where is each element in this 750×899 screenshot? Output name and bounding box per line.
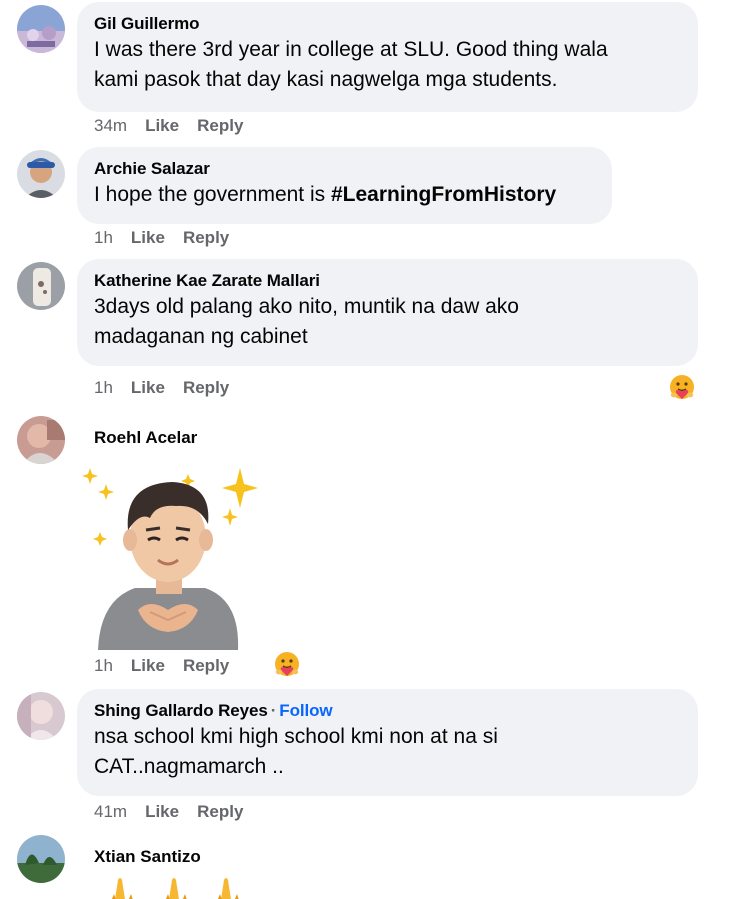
like-button[interactable]: Like — [145, 116, 179, 136]
care-reaction-icon[interactable] — [272, 650, 302, 680]
comment-actions: 41m Like Reply — [94, 802, 243, 822]
follow-button[interactable]: Follow — [279, 701, 332, 720]
reply-button[interactable]: Reply — [183, 228, 229, 248]
comment-text-line: 3days old palang ako nito, muntik na daw… — [94, 295, 519, 318]
comment-text-line: kami pasok that day kasi nagwelga mga st… — [94, 68, 558, 91]
folded-hands-emoji — [104, 876, 254, 899]
care-reaction-face — [275, 652, 299, 676]
avatar[interactable] — [17, 416, 65, 464]
comment-timestamp[interactable]: 34m — [94, 116, 127, 136]
avatar-sticker — [80, 460, 260, 650]
comment-timestamp[interactable]: 1h — [94, 228, 113, 248]
avatar-image — [17, 692, 65, 740]
hashtag-link[interactable]: #LearningFromHistory — [331, 183, 556, 206]
comment-bubble: Shing Gallardo Reyes · Follow nsa school k… — [77, 689, 698, 796]
like-button[interactable]: Like — [145, 802, 179, 822]
comment-bubble: Archie Salazar I hope the government is … — [77, 147, 612, 224]
reply-button[interactable]: Reply — [183, 378, 229, 398]
comment-actions: 34m Like Reply — [94, 116, 243, 136]
separator-dot: · — [270, 701, 277, 720]
avatar[interactable] — [17, 692, 65, 740]
comment-author[interactable]: Xtian Santizo — [94, 846, 201, 868]
comment-actions: 1h Like Reply — [94, 656, 229, 676]
comment-author-row: Shing Gallardo Reyes · Follow — [94, 700, 680, 722]
comment-text-line: nsa school kmi high school kmi non at na… — [94, 725, 498, 748]
avatar[interactable] — [17, 150, 65, 198]
avatar-image — [17, 835, 65, 883]
avatar[interactable] — [17, 5, 65, 53]
avatar-image — [17, 262, 65, 310]
like-button[interactable]: Like — [131, 228, 165, 248]
comment-actions: 1h Like Reply — [94, 378, 229, 398]
comment-text-line: I hope the government is #LearningFromHi… — [94, 180, 594, 210]
comment-text-line: I was there 3rd year in college at SLU. … — [94, 38, 608, 61]
avatar[interactable] — [17, 262, 65, 310]
avatar[interactable] — [17, 835, 65, 883]
avatar-image — [17, 416, 65, 464]
avatar-image — [17, 150, 65, 198]
comment-author[interactable]: Archie Salazar — [94, 158, 594, 180]
comment-author[interactable]: Katherine Kae Zarate Mallari — [94, 270, 680, 292]
reply-button[interactable]: Reply — [197, 802, 243, 822]
reply-button[interactable]: Reply — [197, 116, 243, 136]
comment-author[interactable]: Gil Guillermo — [94, 13, 680, 35]
comment-timestamp[interactable]: 1h — [94, 656, 113, 676]
comment-text: I hope the government is — [94, 183, 331, 206]
care-reaction-icon[interactable] — [667, 373, 697, 403]
comment-actions: 1h Like Reply — [94, 228, 229, 248]
reply-button[interactable]: Reply — [183, 656, 229, 676]
comment-text-line: CAT..nagmamarch .. — [94, 755, 284, 778]
folded-hands-row — [111, 878, 239, 899]
comment-bubble: Gil Guillermo I was there 3rd year in co… — [77, 2, 698, 112]
avatar-image — [17, 5, 65, 53]
like-button[interactable]: Like — [131, 656, 165, 676]
comment-bubble: Katherine Kae Zarate Mallari 3days old p… — [77, 259, 698, 366]
comment-author[interactable]: Roehl Acelar — [94, 427, 197, 449]
comment-author[interactable]: Shing Gallardo Reyes — [94, 701, 268, 720]
comment-timestamp[interactable]: 1h — [94, 378, 113, 398]
sticker-image — [82, 468, 258, 650]
care-reaction-face — [670, 375, 694, 399]
like-button[interactable]: Like — [131, 378, 165, 398]
comment-timestamp[interactable]: 41m — [94, 802, 127, 822]
comment-text-line: madaganan ng cabinet — [94, 325, 308, 348]
